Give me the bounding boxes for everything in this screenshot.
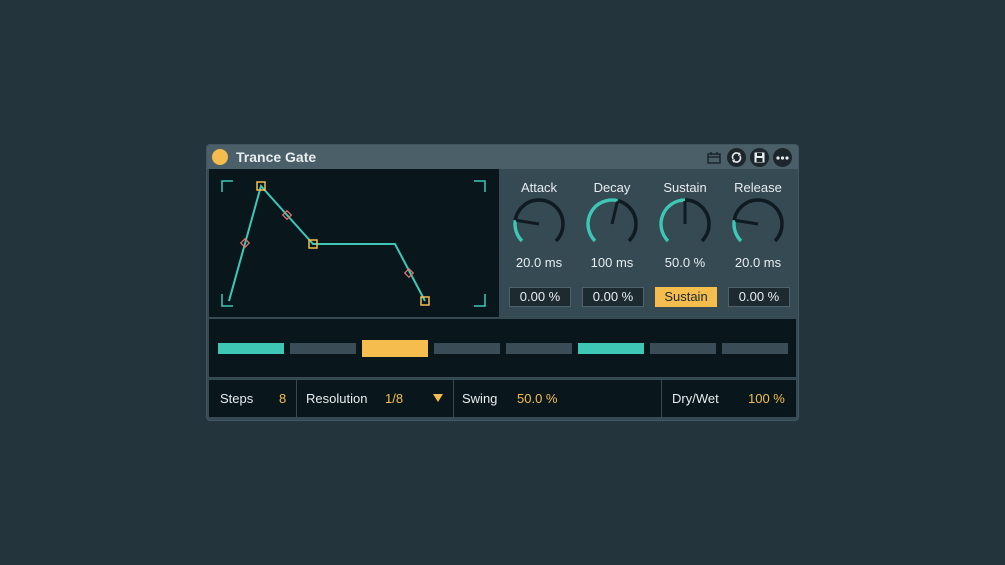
knob-value-arc bbox=[659, 198, 686, 243]
trance-gate-device: Trance Gate Attack 20.0 ms 0.00 % Decay … bbox=[207, 145, 798, 420]
step-6[interactable] bbox=[578, 343, 644, 354]
steps-label: Steps bbox=[220, 391, 254, 406]
sustain-mode-button[interactable]: Sustain bbox=[655, 287, 717, 307]
knob-value-arc bbox=[513, 219, 524, 243]
resolution-value: 1/8 bbox=[385, 391, 404, 406]
sustain-knob[interactable] bbox=[657, 196, 713, 252]
decay-knob[interactable] bbox=[584, 196, 640, 252]
device-title: Trance Gate bbox=[236, 149, 317, 165]
power-toggle[interactable] bbox=[212, 149, 228, 165]
release-mod-box[interactable]: 0.00 % bbox=[728, 287, 790, 307]
device-titlebar: Trance Gate bbox=[207, 145, 798, 169]
save-icon[interactable] bbox=[750, 148, 769, 167]
step-7[interactable] bbox=[650, 343, 716, 354]
envelope-display[interactable] bbox=[209, 169, 499, 317]
sustain-value: 50.0 % bbox=[664, 255, 706, 270]
decay-value: 100 ms bbox=[590, 255, 634, 270]
resolution-field[interactable]: Resolution 1/8 bbox=[297, 380, 454, 417]
drywet-label: Dry/Wet bbox=[672, 391, 719, 406]
sustain-label: Sustain bbox=[663, 180, 707, 195]
step-3[interactable] bbox=[362, 340, 428, 357]
header-icons bbox=[705, 148, 792, 167]
resolution-label: Resolution bbox=[306, 391, 368, 406]
knob-pointer bbox=[610, 201, 619, 225]
attack-label: Attack bbox=[520, 180, 558, 195]
step-8[interactable] bbox=[722, 343, 788, 354]
step-2[interactable] bbox=[290, 343, 356, 354]
step-5[interactable] bbox=[506, 343, 572, 354]
step-4[interactable] bbox=[434, 343, 500, 354]
step-sequencer bbox=[209, 319, 796, 377]
drywet-value: 100 % bbox=[748, 391, 785, 406]
decay-label: Decay bbox=[593, 180, 631, 195]
knob-pointer bbox=[516, 218, 540, 226]
decay-mod-box[interactable]: 0.00 % bbox=[582, 287, 644, 307]
swing-value: 50.0 % bbox=[517, 391, 558, 406]
release-value: 20.0 ms bbox=[734, 255, 782, 270]
more-icon[interactable] bbox=[773, 148, 792, 167]
attack-value: 20.0 ms bbox=[515, 255, 563, 270]
envelope-curve bbox=[228, 183, 426, 302]
release-label: Release bbox=[734, 180, 782, 195]
chevron-down-icon[interactable] bbox=[433, 394, 443, 402]
step-1[interactable] bbox=[218, 343, 284, 354]
steps-field[interactable]: Steps 8 bbox=[209, 380, 297, 417]
swing-label: Swing bbox=[462, 391, 498, 406]
attack-mod-box[interactable]: 0.00 % bbox=[509, 287, 571, 307]
knob-pointer bbox=[735, 218, 759, 226]
attack-knob[interactable] bbox=[511, 196, 567, 252]
bottom-controls: Steps 8 Resolution 1/8 Swing 50.0 % Dry/… bbox=[209, 380, 796, 417]
steps-value: 8 bbox=[279, 391, 287, 406]
calendar-icon[interactable] bbox=[705, 148, 723, 167]
release-knob[interactable] bbox=[730, 196, 786, 252]
envelope-graph bbox=[221, 180, 486, 307]
drywet-field[interactable]: Dry/Wet 100 % bbox=[662, 380, 796, 417]
knob-value-arc bbox=[732, 219, 743, 243]
sync-icon[interactable] bbox=[727, 148, 746, 167]
swing-field[interactable]: Swing 50.0 % bbox=[454, 380, 662, 417]
adsr-panel: Attack 20.0 ms 0.00 % Decay 100 ms 0.00 … bbox=[503, 171, 794, 316]
